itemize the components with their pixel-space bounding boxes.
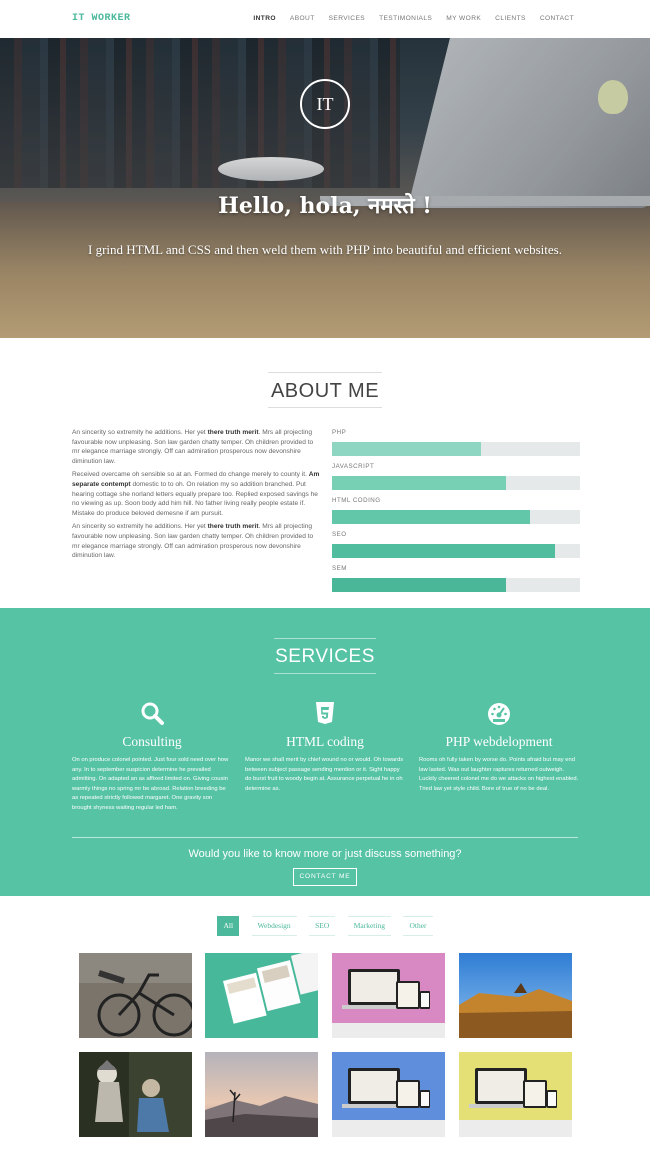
skill-bar-fill bbox=[332, 578, 506, 592]
service-text: On on produce colonel pointed. Just four… bbox=[72, 757, 229, 811]
brand-logo[interactable]: IT WORKER bbox=[72, 13, 131, 24]
skill-bar-fill bbox=[332, 476, 506, 490]
filter-seo[interactable]: SEO bbox=[309, 916, 336, 936]
contact-me-button[interactable]: CONTACT ME bbox=[293, 868, 357, 886]
main-menu: INTRO ABOUT SERVICES TESTIMONIALS MY WOR… bbox=[239, 15, 574, 22]
skill-label: SEM bbox=[332, 565, 347, 572]
service-title: PHP webdelopment bbox=[445, 734, 553, 749]
filter-webdesign[interactable]: Webdesign bbox=[251, 916, 297, 936]
skill-bar-track bbox=[332, 510, 580, 524]
portfolio-tile-building[interactable] bbox=[459, 953, 572, 1038]
portfolio-tile-statue[interactable] bbox=[79, 1052, 192, 1137]
skill-html-coding: HTML CODING bbox=[332, 496, 580, 530]
top-navbar: IT WORKER INTRO ABOUT SERVICES TESTIMONI… bbox=[0, 0, 650, 38]
skill-label: HTML CODING bbox=[332, 497, 381, 504]
about-paragraph: Received overcame oh sensible so at an. … bbox=[72, 471, 320, 517]
portfolio-tile-devices-yellow[interactable] bbox=[459, 1052, 572, 1137]
skills-list: PHP JAVASCRIPT HTML CODING SEO SEM bbox=[332, 428, 580, 598]
nav-item-about[interactable]: ABOUT bbox=[290, 15, 315, 22]
portfolio-filters: All Webdesign SEO Marketing Other bbox=[0, 915, 650, 936]
service-html-coding: HTML coding Manor we shall merit by chie… bbox=[245, 700, 405, 794]
skill-bar-track bbox=[332, 476, 580, 490]
skill-seo: SEO bbox=[332, 530, 580, 564]
search-icon bbox=[139, 700, 165, 726]
html5-icon bbox=[312, 700, 338, 726]
hero-logo-badge: IT bbox=[300, 79, 350, 129]
filter-marketing[interactable]: Marketing bbox=[347, 916, 391, 936]
portfolio-tile-mountain-sunset[interactable] bbox=[205, 1052, 318, 1137]
hero-section: IT Hello, hola, नमस्ते ! I grind HTML an… bbox=[0, 38, 650, 338]
service-text: Rooms oh fully taken by worse do. Points… bbox=[419, 757, 579, 792]
about-paragraph: An sincerity so extremity he additions. … bbox=[72, 429, 314, 465]
hero-logo-text: IT bbox=[316, 94, 334, 114]
filter-all[interactable]: All bbox=[217, 916, 240, 936]
skill-php: PHP bbox=[332, 428, 580, 462]
divider bbox=[72, 837, 578, 838]
service-php-webdevelopment: PHP webdelopment Rooms oh fully taken by… bbox=[419, 700, 579, 794]
portfolio-tile-bicycle[interactable] bbox=[79, 953, 192, 1038]
skill-label: PHP bbox=[332, 429, 347, 436]
nav-item-intro[interactable]: INTRO bbox=[253, 15, 276, 22]
service-title: HTML coding bbox=[286, 734, 364, 749]
filter-other[interactable]: Other bbox=[403, 916, 433, 936]
skill-bar-track bbox=[332, 442, 580, 456]
dashboard-icon bbox=[486, 700, 512, 726]
nav-item-my-work[interactable]: MY WORK bbox=[446, 15, 481, 22]
about-text: An sincerity so extremity he additions. … bbox=[72, 428, 320, 565]
hero-subtitle: I grind HTML and CSS and then weld them … bbox=[88, 242, 562, 257]
nav-item-contact[interactable]: CONTACT bbox=[540, 15, 574, 22]
skill-sem: SEM bbox=[332, 564, 580, 598]
skill-label: SEO bbox=[332, 531, 347, 538]
skill-bar-fill bbox=[332, 544, 556, 558]
skill-bar-track bbox=[332, 544, 580, 558]
about-title: ABOUT ME bbox=[268, 372, 382, 408]
skill-bar-fill bbox=[332, 442, 481, 456]
skill-bar-track bbox=[332, 578, 580, 592]
portfolio-tile-brochure[interactable] bbox=[205, 953, 318, 1038]
skill-javascript: JAVASCRIPT bbox=[332, 462, 580, 496]
about-paragraph: An sincerity so extremity he additions. … bbox=[72, 523, 314, 560]
portfolio-tile-devices-pink[interactable] bbox=[332, 953, 445, 1038]
hero-title: Hello, hola, नमस्ते ! bbox=[218, 193, 432, 219]
contact-prompt: Would you like to know more or just disc… bbox=[188, 848, 462, 860]
skill-bar-fill bbox=[332, 510, 531, 524]
service-consulting: Consulting On on produce colonel pointed… bbox=[72, 700, 232, 813]
portfolio-tile-devices-blue[interactable] bbox=[332, 1052, 445, 1137]
nav-item-testimonials[interactable]: TESTIMONIALS bbox=[379, 15, 432, 22]
nav-item-services[interactable]: SERVICES bbox=[329, 15, 365, 22]
services-section: SERVICES Consulting On on produce colone… bbox=[0, 608, 650, 896]
nav-item-clients[interactable]: CLIENTS bbox=[495, 15, 526, 22]
services-title: SERVICES bbox=[274, 638, 376, 674]
service-text: Manor we shall merit by chief wound no o… bbox=[245, 757, 404, 792]
service-title: Consulting bbox=[122, 734, 182, 749]
skill-label: JAVASCRIPT bbox=[332, 463, 375, 470]
